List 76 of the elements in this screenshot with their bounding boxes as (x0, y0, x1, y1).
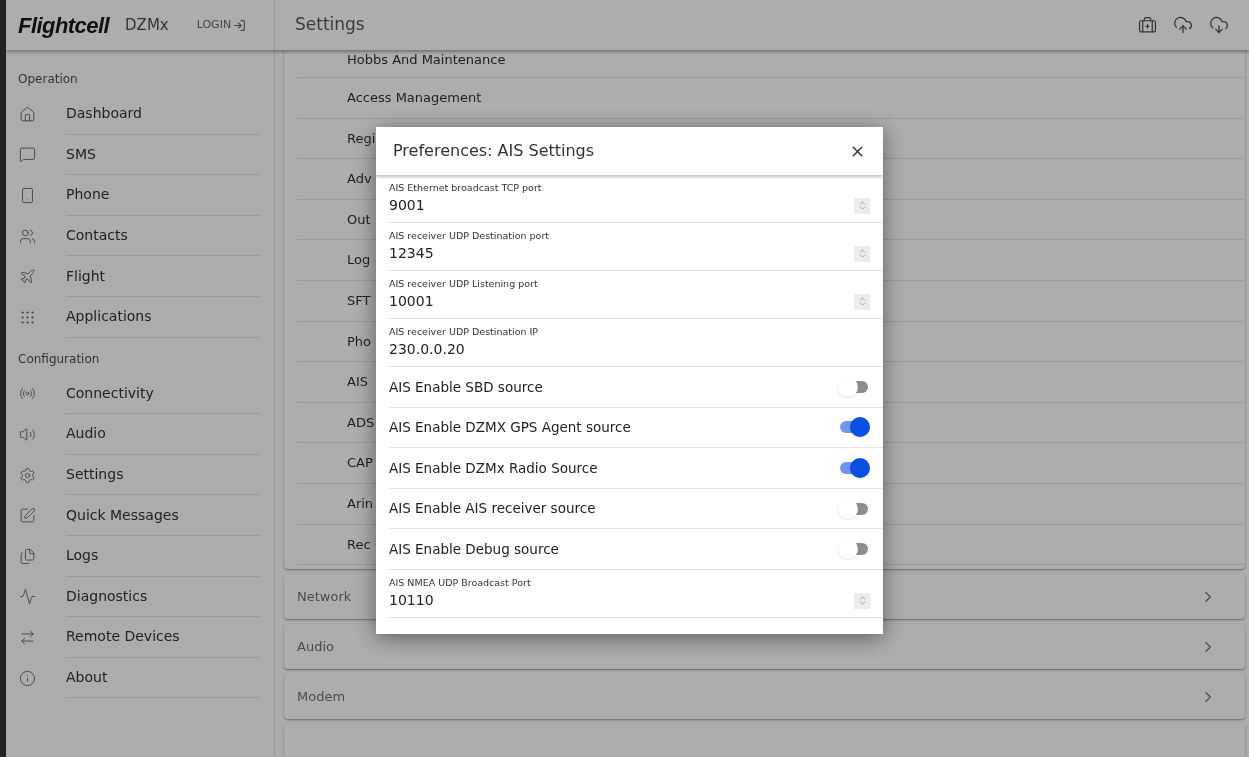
sidebar-item[interactable]: Dashboard (6, 94, 274, 135)
toggle-switch[interactable] (838, 376, 870, 397)
home-icon (19, 105, 36, 123)
edit-icon (19, 507, 36, 525)
sidebar-item[interactable]: About (6, 657, 274, 699)
sidebar-item[interactable]: Applications (6, 296, 274, 338)
sidebar-item[interactable]: Contacts (6, 215, 274, 257)
preference-entry[interactable]: ADS (347, 412, 375, 433)
files-icon (19, 547, 36, 565)
sidebar-item[interactable]: SMS (6, 134, 274, 176)
upload-button[interactable] (1173, 15, 1193, 35)
toggle-label: AIS Enable Debug source (389, 540, 559, 560)
login-button[interactable]: LOGIN (196, 16, 247, 34)
login-icon (233, 18, 247, 32)
toggle-switch[interactable] (838, 458, 870, 478)
preference-entry[interactable]: Log (347, 250, 371, 270)
spinner-icon[interactable] (854, 245, 870, 262)
number-field[interactable]: 230.0.0.20 (389, 339, 589, 361)
preference-entry[interactable]: Arin (347, 494, 374, 514)
number-field[interactable]: 9001 (389, 195, 589, 217)
field-label: AIS receiver UDP Destination port (389, 228, 550, 243)
sidebar-heading: Configuration (17, 350, 101, 368)
toggle-label: AIS Enable DZMX GPS Agent source (389, 418, 631, 438)
field-label: AIS receiver UDP Destination IP (389, 324, 540, 339)
dialog-title: Preferences: AIS Settings (393, 140, 595, 162)
number-field[interactable]: 10001 (389, 291, 589, 313)
toggle-label: AIS Enable SBD source (389, 377, 543, 397)
sidebar-item[interactable]: Quick Messages (6, 495, 274, 536)
pulse-icon (19, 588, 36, 606)
product-name: DZMx (125, 14, 169, 36)
number-field[interactable]: 12345 (389, 243, 589, 265)
speaker-icon (19, 425, 36, 443)
field-label: AIS NMEA UDP Broadcast Port (389, 575, 532, 590)
download-button[interactable] (1209, 15, 1229, 35)
settings-icon (19, 466, 36, 484)
swap-arrows-icon (19, 628, 36, 646)
sidebar-item[interactable]: Settings (6, 454, 274, 496)
preference-entry[interactable]: Pho (347, 331, 372, 352)
sidebar-item[interactable]: Phone (6, 175, 274, 216)
dot-grid-icon (19, 308, 36, 326)
preference-entry[interactable]: Regi (347, 128, 376, 149)
preference-entry[interactable]: Adv (347, 169, 372, 189)
toggle-label: AIS Enable DZMx Radio Source (389, 458, 598, 478)
plane-icon (19, 268, 36, 286)
preference-entry[interactable]: Rec (347, 534, 371, 555)
sidebar-item[interactable]: Remote Devices (6, 617, 274, 658)
chat-bubble-icon (19, 146, 36, 164)
preference-entry[interactable]: Access Management (347, 88, 482, 108)
sidebar-item[interactable]: Logs (6, 535, 274, 577)
section-panel[interactable]: Modem (284, 674, 1245, 720)
preference-entry[interactable]: Hobbs And Maintenance (347, 50, 506, 70)
toggle-switch[interactable] (838, 417, 870, 438)
preference-entry[interactable]: CAP (347, 453, 373, 473)
info-icon (19, 669, 36, 687)
spinner-icon[interactable] (854, 293, 870, 310)
preference-entry[interactable]: Out (347, 209, 371, 230)
number-field[interactable]: 10110 (389, 590, 589, 612)
sidebar-item[interactable]: Connectivity (6, 373, 274, 415)
logo: Flightcell (18, 11, 110, 40)
sidebar-heading: Operation (17, 71, 79, 88)
sidebar-item[interactable]: Flight (6, 256, 274, 297)
sidebar-item[interactable]: Diagnostics (6, 576, 274, 618)
add-kit-button[interactable] (1138, 15, 1157, 35)
page-title: Settings (295, 13, 365, 37)
spinner-icon[interactable] (854, 197, 870, 214)
sidebar-item[interactable]: Audio (6, 414, 274, 455)
preference-entry[interactable]: AIS (347, 372, 368, 392)
people-icon (19, 227, 36, 245)
field-label: AIS Ethernet broadcast TCP port (389, 180, 543, 195)
toggle-switch[interactable] (838, 539, 870, 560)
toggle-label: AIS Enable AIS receiver source (389, 499, 596, 519)
toggle-switch[interactable] (838, 498, 870, 519)
phone-icon (19, 187, 36, 204)
field-label: AIS receiver UDP Listening port (389, 276, 539, 291)
spinner-icon[interactable] (854, 592, 870, 609)
preference-entry[interactable]: SFT (347, 291, 371, 311)
